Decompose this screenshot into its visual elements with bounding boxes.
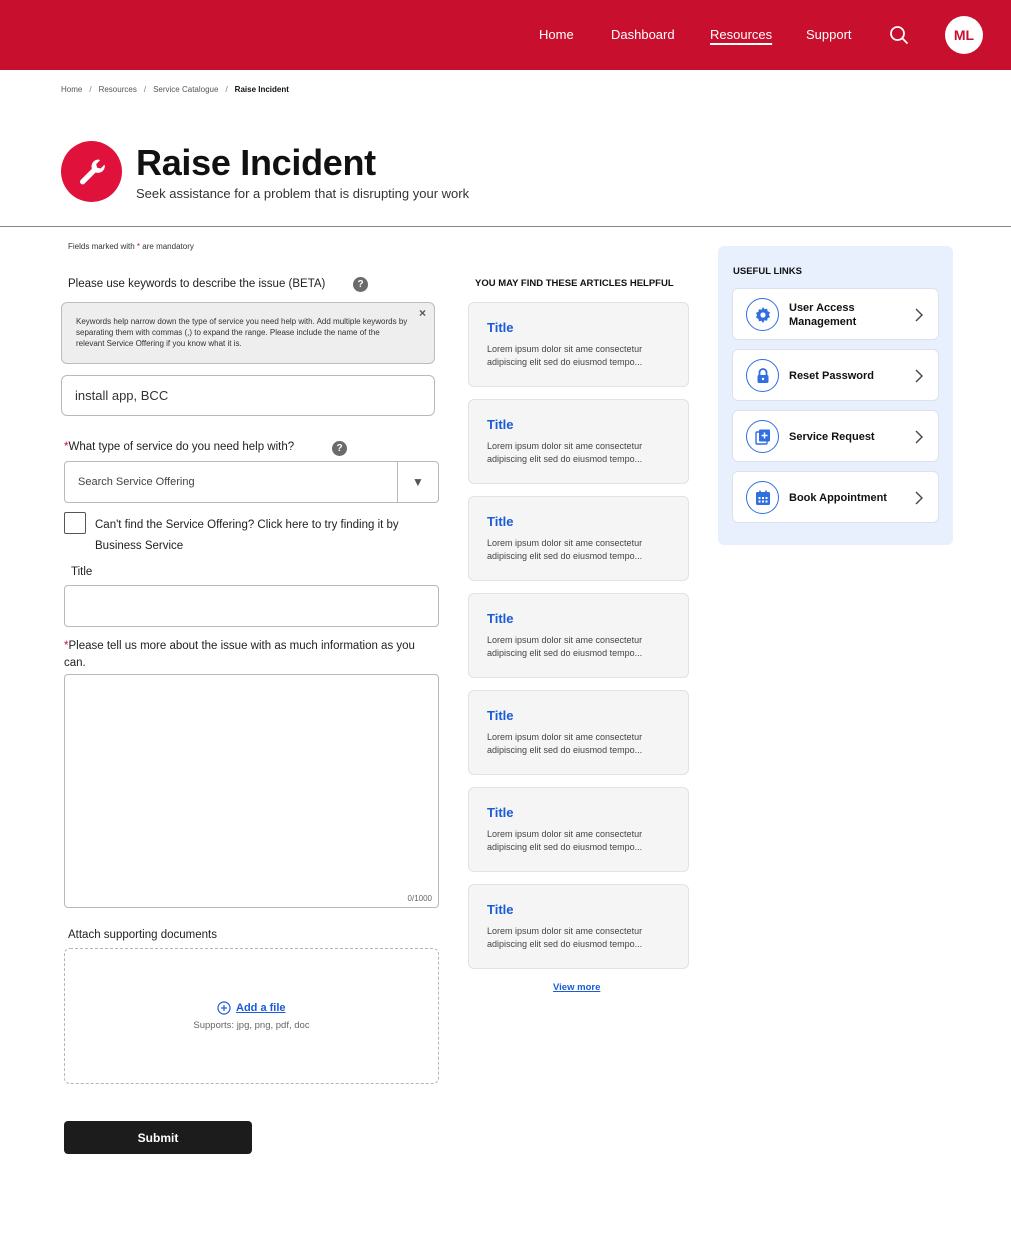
- page-subtitle: Seek assistance for a problem that is di…: [136, 186, 470, 201]
- article-excerpt: Lorem ipsum dolor sit ame consectetur: [487, 926, 643, 936]
- keywords-label: Please use keywords to describe the issu…: [68, 278, 326, 290]
- wrench-icon: [61, 141, 122, 202]
- service-label: *What type of service do you need help w…: [64, 441, 295, 453]
- add-file-link[interactable]: Add a file: [217, 1001, 286, 1015]
- service-offering-placeholder: Search Service Offering: [78, 476, 195, 488]
- lock-icon: [746, 359, 779, 392]
- keywords-info-text: Keywords help narrow down the type of se…: [76, 317, 408, 348]
- article-title[interactable]: Title: [487, 902, 674, 917]
- breadcrumb: Home / Resources / Service Catalogue / Raise I…: [61, 85, 289, 94]
- article-excerpt: Lorem ipsum dolor sit ame consectetur: [487, 441, 643, 451]
- article-card[interactable]: Title Lorem ipsum dolor sit ame consecte…: [468, 690, 689, 775]
- add-document-icon: [746, 420, 779, 453]
- calendar-icon: [746, 481, 779, 514]
- article-title[interactable]: Title: [487, 320, 674, 335]
- service-offering-select[interactable]: Search Service Offering ▼: [64, 461, 439, 503]
- link-user-access-management[interactable]: User Access Management: [732, 288, 939, 340]
- link-label: Service Request: [789, 431, 875, 443]
- useful-links-heading: USEFUL LINKS: [733, 266, 802, 277]
- article-title[interactable]: Title: [487, 417, 674, 432]
- view-more-link[interactable]: View more: [553, 982, 600, 993]
- link-label: Reset Password: [789, 370, 874, 382]
- mandatory-note: Fields marked with * are mandatory: [68, 242, 194, 251]
- chevron-right-icon: [915, 369, 923, 383]
- article-excerpt: Lorem ipsum dolor sit ame consectetur: [487, 829, 643, 839]
- article-title[interactable]: Title: [487, 805, 674, 820]
- nav-resources[interactable]: Resources: [710, 27, 772, 42]
- link-label: User Access Management: [789, 302, 857, 328]
- article-card[interactable]: Title Lorem ipsum dolor sit ame consecte…: [468, 593, 689, 678]
- keywords-info-box: Keywords help narrow down the type of se…: [61, 302, 435, 364]
- link-label: Book Appointment: [789, 492, 887, 504]
- link-service-request[interactable]: Service Request: [732, 410, 939, 462]
- top-navigation-bar: Home Dashboard Resources Support ML: [0, 0, 1011, 70]
- article-title[interactable]: Title: [487, 708, 674, 723]
- file-upload-dropzone[interactable]: Add a file Supports: jpg, png, pdf, doc: [64, 948, 439, 1084]
- help-icon[interactable]: ?: [353, 277, 368, 292]
- article-excerpt: adipiscing elit sed do eiusmod tempo...: [487, 551, 643, 561]
- breadcrumb-service-catalogue[interactable]: Service Catalogue: [153, 85, 218, 94]
- title-label: Title: [71, 566, 93, 578]
- chevron-down-icon[interactable]: ▼: [412, 475, 424, 489]
- article-card[interactable]: Title Lorem ipsum dolor sit ame consecte…: [468, 496, 689, 581]
- help-icon[interactable]: ?: [332, 441, 347, 456]
- plus-circle-icon: [217, 1001, 231, 1015]
- chevron-right-icon: [915, 308, 923, 322]
- chevron-right-icon: [915, 491, 923, 505]
- submit-button[interactable]: Submit: [64, 1121, 252, 1154]
- article-title[interactable]: Title: [487, 514, 674, 529]
- chevron-right-icon: [915, 430, 923, 444]
- title-input[interactable]: [64, 585, 439, 627]
- search-icon[interactable]: [888, 24, 910, 46]
- article-card[interactable]: Title Lorem ipsum dolor sit ame consecte…: [468, 884, 689, 969]
- article-card[interactable]: Title Lorem ipsum dolor sit ame consecte…: [468, 399, 689, 484]
- description-label: *Please tell us more about the issue wit…: [64, 640, 415, 669]
- nav-home[interactable]: Home: [539, 27, 574, 42]
- breadcrumb-home[interactable]: Home: [61, 85, 82, 94]
- keywords-input[interactable]: install app, BCC: [61, 375, 435, 416]
- nav-dashboard[interactable]: Dashboard: [611, 27, 675, 42]
- article-excerpt: Lorem ipsum dolor sit ame consectetur: [487, 732, 643, 742]
- business-service-checkbox-label[interactable]: Can't find the Service Offering? Click h…: [95, 515, 435, 557]
- gear-icon: [746, 298, 779, 331]
- article-card[interactable]: Title Lorem ipsum dolor sit ame consecte…: [468, 302, 689, 387]
- article-excerpt: adipiscing elit sed do eiusmod tempo...: [487, 842, 643, 852]
- article-excerpt: adipiscing elit sed do eiusmod tempo...: [487, 745, 643, 755]
- supported-formats: Supports: jpg, png, pdf, doc: [193, 1020, 310, 1031]
- articles-heading: YOU MAY FIND THESE ARTICLES HELPFUL: [475, 278, 674, 289]
- add-file-label[interactable]: Add a file: [236, 1002, 286, 1014]
- article-excerpt: adipiscing elit sed do eiusmod tempo...: [487, 939, 643, 949]
- close-icon[interactable]: ×: [419, 307, 426, 319]
- link-reset-password[interactable]: Reset Password: [732, 349, 939, 401]
- article-excerpt: adipiscing elit sed do eiusmod tempo...: [487, 648, 643, 658]
- article-excerpt: Lorem ipsum dolor sit ame consectetur: [487, 344, 643, 354]
- article-excerpt: adipiscing elit sed do eiusmod tempo...: [487, 454, 643, 464]
- article-excerpt: Lorem ipsum dolor sit ame consectetur: [487, 538, 643, 548]
- description-textarea[interactable]: 0/1000: [64, 674, 439, 908]
- breadcrumb-current: Raise Incident: [234, 85, 289, 94]
- header-divider: [0, 226, 1011, 227]
- user-avatar[interactable]: ML: [945, 16, 983, 54]
- link-book-appointment[interactable]: Book Appointment: [732, 471, 939, 523]
- useful-links-panel: USEFUL LINKS User Access Management Rese…: [718, 246, 953, 545]
- article-excerpt: adipiscing elit sed do eiusmod tempo...: [487, 357, 643, 367]
- article-card[interactable]: Title Lorem ipsum dolor sit ame consecte…: [468, 787, 689, 872]
- article-excerpt: Lorem ipsum dolor sit ame consectetur: [487, 635, 643, 645]
- attach-label: Attach supporting documents: [68, 929, 217, 941]
- business-service-checkbox[interactable]: [64, 512, 86, 534]
- character-count: 0/1000: [407, 894, 432, 903]
- breadcrumb-resources[interactable]: Resources: [99, 85, 137, 94]
- nav-support[interactable]: Support: [806, 27, 852, 42]
- article-title[interactable]: Title: [487, 611, 674, 626]
- page-title: Raise Incident: [136, 142, 376, 183]
